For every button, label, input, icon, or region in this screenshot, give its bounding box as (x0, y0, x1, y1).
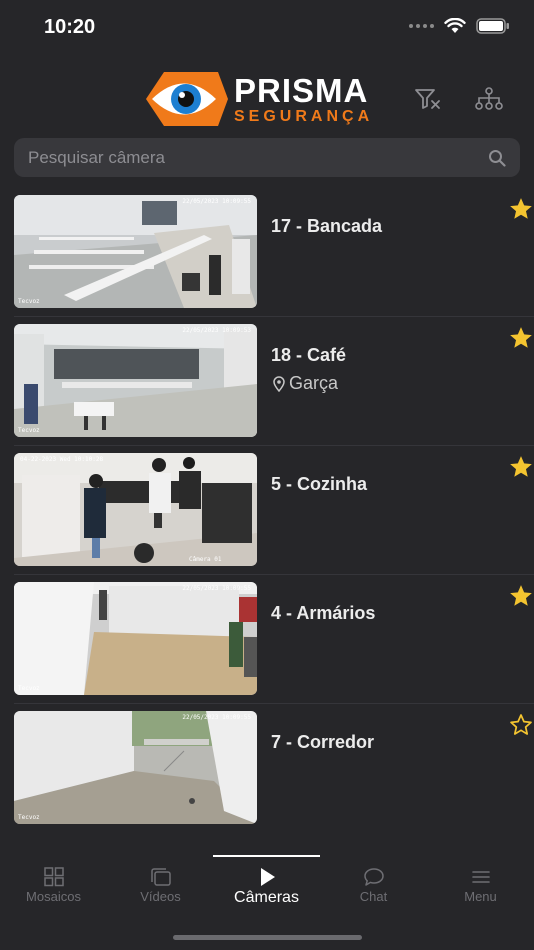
camera-tag: Tecvoz (18, 685, 40, 692)
status-time: 10:20 (44, 16, 96, 38)
star-filled-icon[interactable] (508, 325, 534, 351)
camera-timestamp: 04-22-2023 Wed 10:10:28 (20, 456, 104, 463)
brand-subtitle: SEGURANÇA (234, 107, 374, 125)
camera-row[interactable]: 04-22-2023 Wed 10:10:28 Câmera 01 5 - Co… (14, 446, 534, 575)
hierarchy-button[interactable] (474, 84, 504, 114)
camera-feed-image (14, 324, 257, 437)
battery-icon (476, 18, 509, 34)
clear-filter-button[interactable] (413, 84, 443, 114)
status-bar: 10:20 (0, 0, 534, 56)
hierarchy-icon (475, 87, 503, 110)
tab-cameras[interactable]: Câmeras (213, 867, 320, 907)
tab-bar: Mosaicos Vídeos Câmeras Chat Menu (0, 855, 534, 950)
search-input[interactable] (28, 147, 488, 168)
tab-menu[interactable]: Menu (427, 867, 534, 904)
brand-name: PRISMA (234, 71, 369, 109)
prisma-logo: PRISMA SEGURANÇA (146, 70, 373, 128)
camera-feed-image (14, 453, 257, 566)
camera-tag: Câmera 01 (189, 556, 222, 563)
camera-row[interactable]: 22/05/2023 10:09:55 Tecvoz 4 - Armários (14, 575, 534, 704)
camera-tag: Tecvoz (18, 814, 40, 821)
camera-thumbnail[interactable]: 22/05/2023 10:09:55 Tecvoz (14, 195, 257, 308)
camera-name: 7 - Corredor (271, 732, 375, 752)
home-indicator[interactable] (173, 935, 362, 940)
tab-mosaicos[interactable]: Mosaicos (0, 867, 107, 904)
camera-tag: Tecvoz (18, 298, 40, 305)
tab-label: Câmeras (234, 889, 299, 906)
tab-label: Vídeos (140, 889, 181, 904)
chat-icon (363, 868, 384, 886)
camera-feed-image (14, 711, 257, 824)
camera-tag: Tecvoz (18, 427, 40, 434)
tab-label: Menu (464, 889, 497, 904)
camera-name: 4 - Armários (271, 603, 376, 623)
tab-chat[interactable]: Chat (320, 867, 427, 904)
cellular-signal-icon (409, 24, 434, 28)
camera-feed-image (14, 582, 257, 695)
status-icons (409, 18, 510, 34)
camera-row[interactable]: 22/05/2023 10:09:53 Tecvoz 18 - Café Gar… (14, 317, 534, 446)
camera-thumbnail[interactable]: 22/05/2023 10:09:53 Tecvoz (14, 324, 257, 437)
camera-timestamp: 22/05/2023 10:09:55 (182, 585, 251, 592)
menu-icon (471, 871, 490, 883)
videos-icon (150, 868, 171, 886)
play-icon (260, 868, 275, 886)
camera-list: 22/05/2023 10:09:55 Tecvoz 17 - Bancada (0, 188, 534, 833)
camera-name: 18 - Café (271, 345, 347, 365)
camera-thumbnail[interactable]: 22/05/2023 10:09:55 Tecvoz (14, 711, 257, 824)
eye-logo-icon (146, 72, 228, 126)
tab-label: Chat (359, 889, 388, 904)
camera-name: 17 - Bancada (271, 216, 383, 236)
search-bar (14, 138, 520, 177)
tab-label: Mosaicos (26, 889, 81, 904)
tab-videos[interactable]: Vídeos (107, 867, 214, 904)
camera-row[interactable]: 22/05/2023 10:09:55 Tecvoz 17 - Bancada (14, 188, 534, 317)
camera-location: Garça (273, 373, 338, 394)
camera-location-text: Garça (289, 373, 339, 393)
camera-name: 5 - Cozinha (271, 474, 368, 494)
star-filled-icon[interactable] (508, 196, 534, 222)
grid-icon (43, 867, 64, 887)
camera-feed-image (14, 195, 257, 308)
camera-timestamp: 22/05/2023 10:09:53 (182, 327, 251, 334)
search-icon[interactable] (488, 149, 506, 167)
filter-clear-icon (415, 89, 440, 109)
camera-thumbnail[interactable]: 22/05/2023 10:09:55 Tecvoz (14, 582, 257, 695)
camera-timestamp: 22/05/2023 10:09:55 (182, 714, 251, 721)
location-pin-icon (273, 375, 285, 392)
camera-thumbnail[interactable]: 04-22-2023 Wed 10:10:28 Câmera 01 (14, 453, 257, 566)
active-tab-indicator (213, 855, 320, 857)
camera-timestamp: 22/05/2023 10:09:55 (182, 198, 251, 205)
app-header: PRISMA SEGURANÇA (0, 60, 534, 136)
star-outline-icon[interactable] (508, 712, 534, 738)
wifi-icon (444, 18, 466, 33)
camera-row[interactable]: 22/05/2023 10:09:55 Tecvoz 7 - Corredor (14, 704, 534, 833)
star-filled-icon[interactable] (508, 454, 534, 480)
star-filled-icon[interactable] (508, 583, 534, 609)
